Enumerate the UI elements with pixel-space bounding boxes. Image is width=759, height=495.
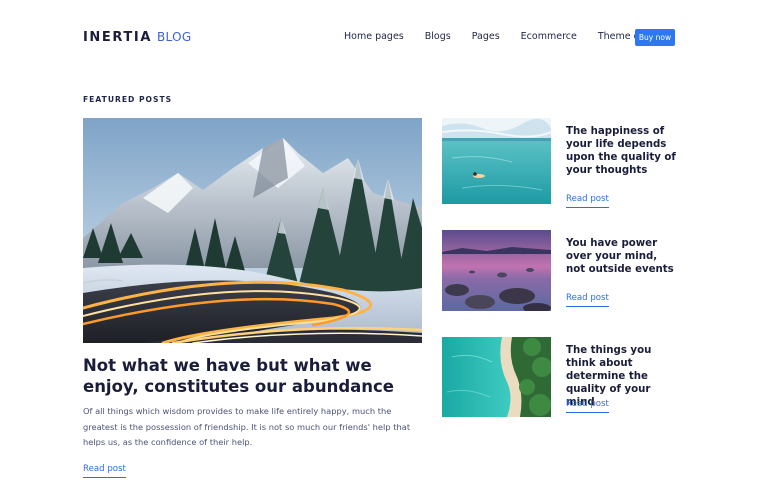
- side-post-image[interactable]: [442, 337, 551, 417]
- section-label: FEATURED POSTS: [83, 95, 173, 104]
- main-nav: Home pages Blogs Pages Ecommerce Theme d…: [344, 31, 674, 42]
- nav-item-pages[interactable]: Pages: [472, 31, 500, 42]
- read-post-link[interactable]: Read post: [566, 293, 609, 307]
- featured-main-image[interactable]: [83, 118, 422, 343]
- logo-wordmark: INERTIA: [83, 30, 152, 45]
- buy-now-button[interactable]: Buy now: [635, 29, 675, 46]
- side-post-image[interactable]: [442, 118, 551, 204]
- nav-item-home-pages[interactable]: Home pages: [344, 31, 404, 42]
- featured-main-title[interactable]: Not what we have but what we enjoy, cons…: [83, 355, 413, 397]
- side-post-image[interactable]: [442, 230, 551, 311]
- featured-main-read-post-wrap: Read post: [83, 456, 126, 478]
- nav-item-blogs[interactable]: Blogs: [425, 31, 451, 42]
- logo-subtitle: BLOG: [157, 30, 192, 44]
- side-post-title[interactable]: The happiness of your life depends upon …: [566, 125, 678, 177]
- featured-main-excerpt: Of all things which wisdom provides to m…: [83, 406, 411, 447]
- site-logo[interactable]: INERTIA BLOG: [83, 30, 191, 45]
- side-post-title[interactable]: You have power over your mind, not outsi…: [566, 237, 678, 276]
- read-post-link[interactable]: Read post: [83, 464, 126, 478]
- nav-item-ecommerce[interactable]: Ecommerce: [521, 31, 577, 42]
- read-post-link[interactable]: Read post: [566, 194, 609, 208]
- read-post-link[interactable]: Read post: [566, 399, 609, 413]
- site-header: INERTIA BLOG Home pages Blogs Pages Ecom…: [0, 0, 759, 76]
